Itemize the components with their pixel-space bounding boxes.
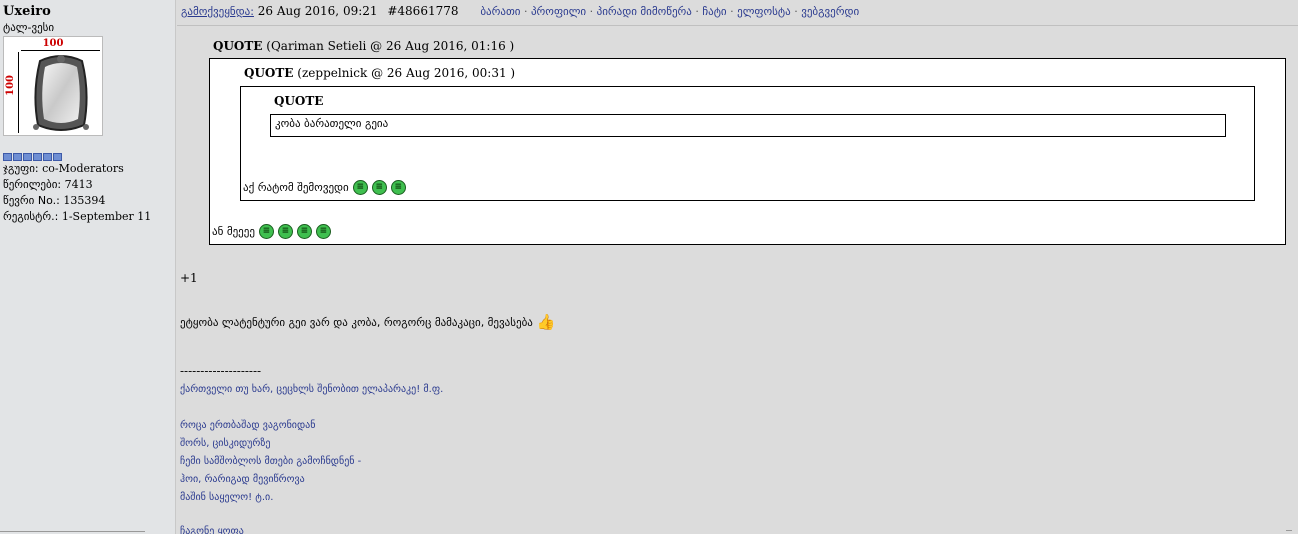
quote-label: QUOTE [213, 39, 263, 53]
stat-label: რეგისტრ.: [3, 210, 59, 223]
thumbs-up-icon: 👍 [536, 313, 556, 331]
website-link[interactable]: ვებგვერდი [801, 5, 859, 18]
user-title: ტალ-ვესი [3, 21, 55, 34]
stat-posts: წერილები: 7413 [3, 177, 172, 193]
quote-reply-text: აქ რატომ შემოვედი [243, 181, 349, 194]
dimension-line [18, 52, 19, 133]
quote-reply-text: ან მეეეე [212, 225, 255, 238]
post-id[interactable]: #48661778 [387, 4, 458, 18]
link-separator: · [730, 5, 734, 18]
stat-value: co-Moderators [42, 162, 124, 175]
card-link[interactable]: ბარათი [480, 5, 520, 18]
signature-line: შორს, ცისკიდურზე [180, 438, 271, 449]
post-header: გამოქვეყნდა: 26 Aug 2016, 09:21 #4866177… [177, 0, 1298, 26]
link-separator: · [589, 5, 594, 18]
quote-header: QUOTE (zeppelnick @ 26 Aug 2016, 00:31 ) [244, 66, 515, 80]
stat-value: 135394 [63, 194, 106, 207]
avatar-width-label: 100 [42, 38, 64, 49]
quote-reply: აქ რატომ შემოვედი ≡ ≡ ≡ [243, 180, 406, 195]
profile-link[interactable]: პროფილი [531, 5, 586, 18]
rank-pip [13, 153, 22, 161]
post-body-text: ეტყობა ლატენტური გეი ვარ და კობა, როგორც… [180, 315, 533, 329]
quote-header: QUOTE (Qariman Setieli @ 26 Aug 2016, 01… [213, 39, 514, 53]
laughing-smiley-icon: ≡ [258, 224, 274, 239]
laughing-smiley-icon: ≡ [352, 180, 368, 195]
laughing-smiley-icon: ≡ [277, 224, 293, 239]
signature-line-partial: ჩაგონე ყოფა [180, 526, 244, 534]
username[interactable]: Uxeiro [3, 4, 172, 19]
dimension-line [21, 50, 100, 51]
post-body-line: ეტყობა ლატენტური გეი ვარ და კობა, როგორც… [180, 313, 556, 331]
signature-line: მაშინ საყელო! ტ.ი. [180, 492, 274, 503]
avatar: 100 100 [3, 36, 103, 136]
laughing-smiley-icon: ≡ [371, 180, 387, 195]
quote-meta: (Qariman Setieli @ 26 Aug 2016, 01:16 ) [266, 39, 515, 53]
quote-box: QUOTE (zeppelnick @ 26 Aug 2016, 00:31 )… [209, 58, 1286, 245]
stat-value: 1-September 11 [61, 210, 152, 223]
laughing-smiley-icon: ≡ [296, 224, 312, 239]
rank-pip [43, 153, 52, 161]
signature-line: ჰოი, რარიგად მევიწროვა [180, 474, 305, 485]
signature-line: ჩემი სამშობლოს მთები გამოჩნდნენ - [180, 456, 362, 467]
signature-line: როცა ერთბაშად ვაგონიდან [180, 420, 316, 431]
quote-label: QUOTE [274, 94, 324, 108]
post-date: 26 Aug 2016, 09:21 [257, 4, 378, 18]
rank-pip [33, 153, 42, 161]
email-link[interactable]: ელფოსტა [737, 5, 791, 18]
quote-label: QUOTE [244, 66, 294, 80]
chat-link[interactable]: ჩატი [702, 5, 726, 18]
stat-group: ჯგუფი: co-Moderators [3, 161, 172, 177]
post-content: QUOTE (Qariman Setieli @ 26 Aug 2016, 01… [177, 27, 1298, 534]
quote-text: კობა ბარათელი გეია [270, 114, 1226, 137]
stat-label: წერილები: [3, 178, 62, 191]
stat-registered: რეგისტრ.: 1-September 11 [3, 209, 172, 225]
signature-divider: -------------------- [180, 364, 262, 378]
quote-header: QUOTE [274, 94, 323, 108]
stat-value: 7413 [64, 178, 93, 191]
user-sidebar: Uxeiro ტალ-ვესი 100 100 ჯგუფი: co-Modera… [0, 0, 176, 534]
stat-member-no: წევრი No.: 135394 [3, 193, 172, 209]
link-separator: · [794, 5, 798, 18]
quote-meta: (zeppelnick @ 26 Aug 2016, 00:31 ) [297, 66, 516, 80]
stat-label: ჯგუფი: [3, 162, 39, 175]
rank-pip [53, 153, 62, 161]
quote-reply: ან მეეეე ≡ ≡ ≡ ≡ [212, 224, 331, 239]
link-separator: · [523, 5, 528, 18]
laughing-smiley-icon: ≡ [390, 180, 406, 195]
rank-pip [23, 153, 32, 161]
stat-label: წევრი No.: [3, 194, 60, 207]
quote-box: QUOTE კობა ბარათელი გეია აქ რატომ შემოვე… [240, 86, 1255, 201]
link-separator: · [695, 5, 699, 18]
signature-line: ქართველი თუ ხარ, ცეცხლს შენობით ელაპარაკ… [180, 384, 444, 395]
laughing-smiley-icon: ≡ [315, 224, 331, 239]
mirror-frame-avatar-icon [33, 55, 89, 131]
avatar-height-label: 100 [5, 75, 16, 96]
rank-pip [3, 153, 12, 161]
pm-link[interactable]: პირადი მიმოწერა [597, 5, 692, 18]
scroll-corner [1286, 530, 1292, 534]
posted-link[interactable]: გამოქვეყნდა: [181, 5, 254, 18]
plus-one-text: +1 [180, 271, 198, 285]
rank-pips [3, 153, 172, 161]
post-links: ბარათი · პროფილი · პირადი მიმოწერა · ჩატ… [480, 5, 859, 18]
